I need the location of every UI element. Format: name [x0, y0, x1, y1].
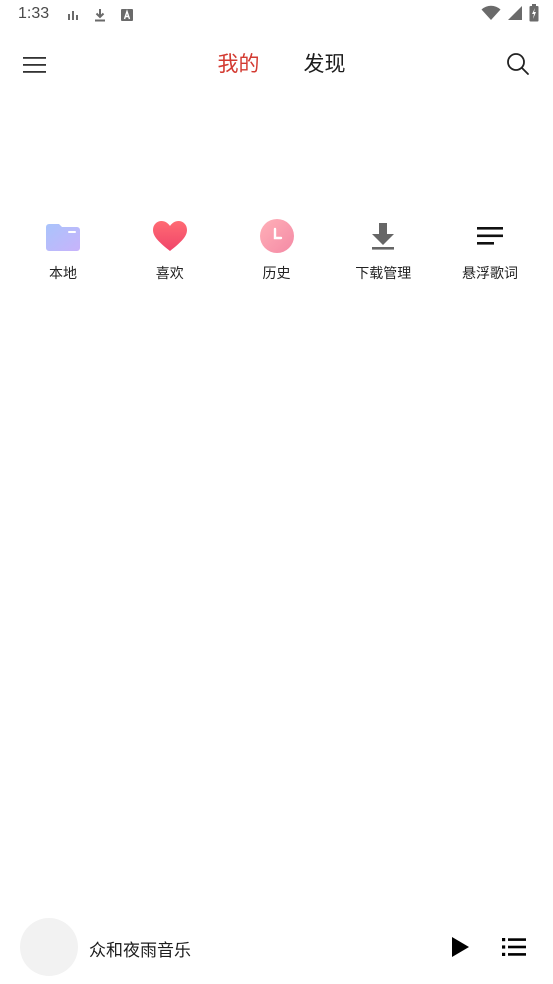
- play-icon: [452, 937, 469, 957]
- bar-chart-icon: [66, 7, 80, 21]
- playlist-button[interactable]: [502, 936, 526, 958]
- search-icon: [507, 53, 529, 75]
- lyrics-icon: [470, 216, 510, 256]
- font-icon: [120, 7, 134, 21]
- shortcut-label: 下载管理: [355, 266, 412, 282]
- download-status-icon: [93, 7, 107, 22]
- shortcut-label: 悬浮歌词: [462, 266, 518, 282]
- track-title: 众和夜雨音乐: [89, 941, 191, 961]
- wifi-icon: [481, 5, 501, 25]
- clock-icon: [257, 216, 297, 256]
- shortcut-label: 本地: [49, 266, 77, 282]
- shortcut-history[interactable]: 历史: [224, 216, 330, 284]
- tab-bar: 我的 发现: [0, 50, 553, 78]
- heart-icon: [150, 216, 190, 256]
- shortcut-grid: 本地 喜欢 历史 下载管理 悬浮歌词: [10, 216, 543, 284]
- shortcut-downloads[interactable]: 下载管理: [330, 216, 436, 284]
- shortcut-floating-lyrics[interactable]: 悬浮歌词: [437, 216, 543, 284]
- shortcut-label: 喜欢: [155, 266, 184, 282]
- signal-icon: [507, 5, 523, 25]
- search-button[interactable]: [505, 51, 531, 77]
- mini-player[interactable]: 众和夜雨音乐: [0, 908, 553, 984]
- folder-icon: [43, 216, 83, 256]
- top-bar: 我的 发现: [0, 40, 553, 88]
- album-art[interactable]: [20, 918, 78, 976]
- shortcut-favorites[interactable]: 喜欢: [117, 216, 223, 284]
- status-bar: 1:33: [0, 0, 553, 30]
- tab-mine[interactable]: 我的: [218, 50, 260, 78]
- shortcut-local[interactable]: 本地: [10, 216, 116, 284]
- shortcut-label: 历史: [262, 266, 291, 282]
- play-button[interactable]: [448, 935, 472, 959]
- playlist-icon: [502, 938, 526, 956]
- battery-icon: [529, 4, 539, 26]
- tab-discover[interactable]: 发现: [304, 50, 346, 78]
- status-time: 1:33: [18, 5, 50, 22]
- status-right-icons: [481, 4, 539, 26]
- download-icon: [363, 216, 403, 256]
